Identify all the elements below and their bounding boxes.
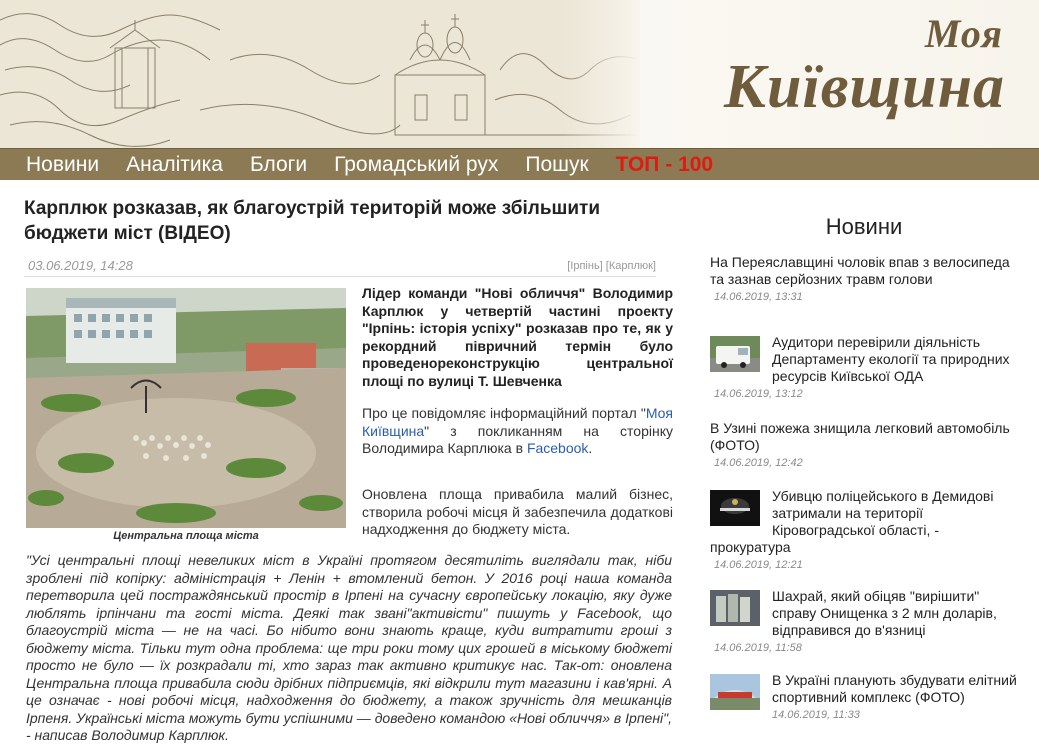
news-item[interactable]: Шахрай, який обіцяв "вирішити" справу Он… [710, 588, 1020, 654]
article-quote: "Усі центральні площі невеликих міст в У… [26, 552, 672, 743]
news-item-date: 14.06.2019, 12:42 [714, 457, 803, 469]
article-title: Карплюк розказав, як благоустрій територ… [24, 198, 601, 244]
nav-item-blogs[interactable]: Блоги [250, 149, 307, 181]
stadium-photo-icon[interactable] [710, 674, 760, 710]
site-header: Моя Київщина [0, 0, 1039, 148]
nav-item-civic-movement[interactable]: Громадський рух [334, 149, 498, 181]
article-photo [26, 288, 346, 528]
article-paragraph-source: Про це повідомляє інформаційний портал "… [362, 405, 673, 458]
sidebar-title: Новини [825, 214, 903, 239]
tag-irpin[interactable]: [Ірпінь] [567, 260, 603, 272]
church-sketch-banner-icon [0, 0, 640, 148]
photo-caption: Центральна площа міста [113, 530, 259, 542]
nav-item-top-100[interactable]: ТОП - 100 [616, 149, 713, 181]
logo-text-kyivshchyna[interactable]: Київщина [724, 52, 1005, 123]
divider [24, 276, 656, 277]
news-item-title[interactable]: На Переяславщині чоловік впав з велосипе… [710, 254, 1020, 288]
news-item-date: 14.06.2019, 11:58 [714, 642, 802, 654]
article-date: 03.06.2019, 14:28 [28, 258, 133, 273]
news-item-date: 14.06.2019, 11:33 [772, 709, 860, 721]
source-link-facebook[interactable]: Facebook [527, 440, 588, 456]
news-item-date: 14.06.2019, 12:21 [714, 559, 803, 571]
main-nav: Новини Аналітика Блоги Громадський рух П… [0, 148, 1039, 180]
nav-item-news[interactable]: Новини [26, 149, 99, 181]
tag-karpliuk[interactable]: [Карплюк] [606, 260, 656, 272]
logo-text-moya[interactable]: Моя [925, 10, 1003, 57]
news-item[interactable]: Убивцю поліцейського в Демидові затримал… [710, 488, 1020, 571]
source-text-before: Про це повідомляє інформаційний портал " [362, 405, 646, 421]
police-photo-icon[interactable] [710, 490, 760, 526]
nav-item-search[interactable]: Пошук [525, 149, 588, 181]
news-item[interactable]: В Узині пожежа знищила легковий автомобі… [710, 420, 1020, 469]
news-item[interactable]: Аудитори перевірили діяльність Департаме… [710, 334, 1020, 400]
news-sidebar: Новини На Переяславщині чоловік впав з в… [708, 180, 1039, 748]
article-lead: Лідер команди "Нові обличчя" Володимир К… [362, 285, 673, 389]
town-square-photo-icon [26, 288, 346, 528]
nav-item-analytics[interactable]: Аналітика [126, 149, 223, 181]
news-item-date: 14.06.2019, 13:31 [714, 291, 803, 303]
article-tags: [Ірпінь] [Карплюк] [567, 260, 656, 272]
money-photo-icon[interactable] [710, 590, 760, 626]
article-paragraph-business: Оновлена площа привабила малий бізнес, с… [362, 486, 673, 537]
article: Карплюк розказав, як благоустрій територ… [24, 180, 674, 748]
news-item[interactable]: На Переяславщині чоловік впав з велосипе… [710, 254, 1020, 303]
news-item-title[interactable]: В Узині пожежа знищила легковий автомобі… [710, 420, 1020, 454]
van-photo-icon[interactable] [710, 336, 760, 372]
news-item[interactable]: В Україні планують збудувати елітний спо… [710, 672, 1020, 721]
news-item-date: 14.06.2019, 13:12 [714, 388, 803, 400]
source-text-after: . [588, 440, 593, 456]
